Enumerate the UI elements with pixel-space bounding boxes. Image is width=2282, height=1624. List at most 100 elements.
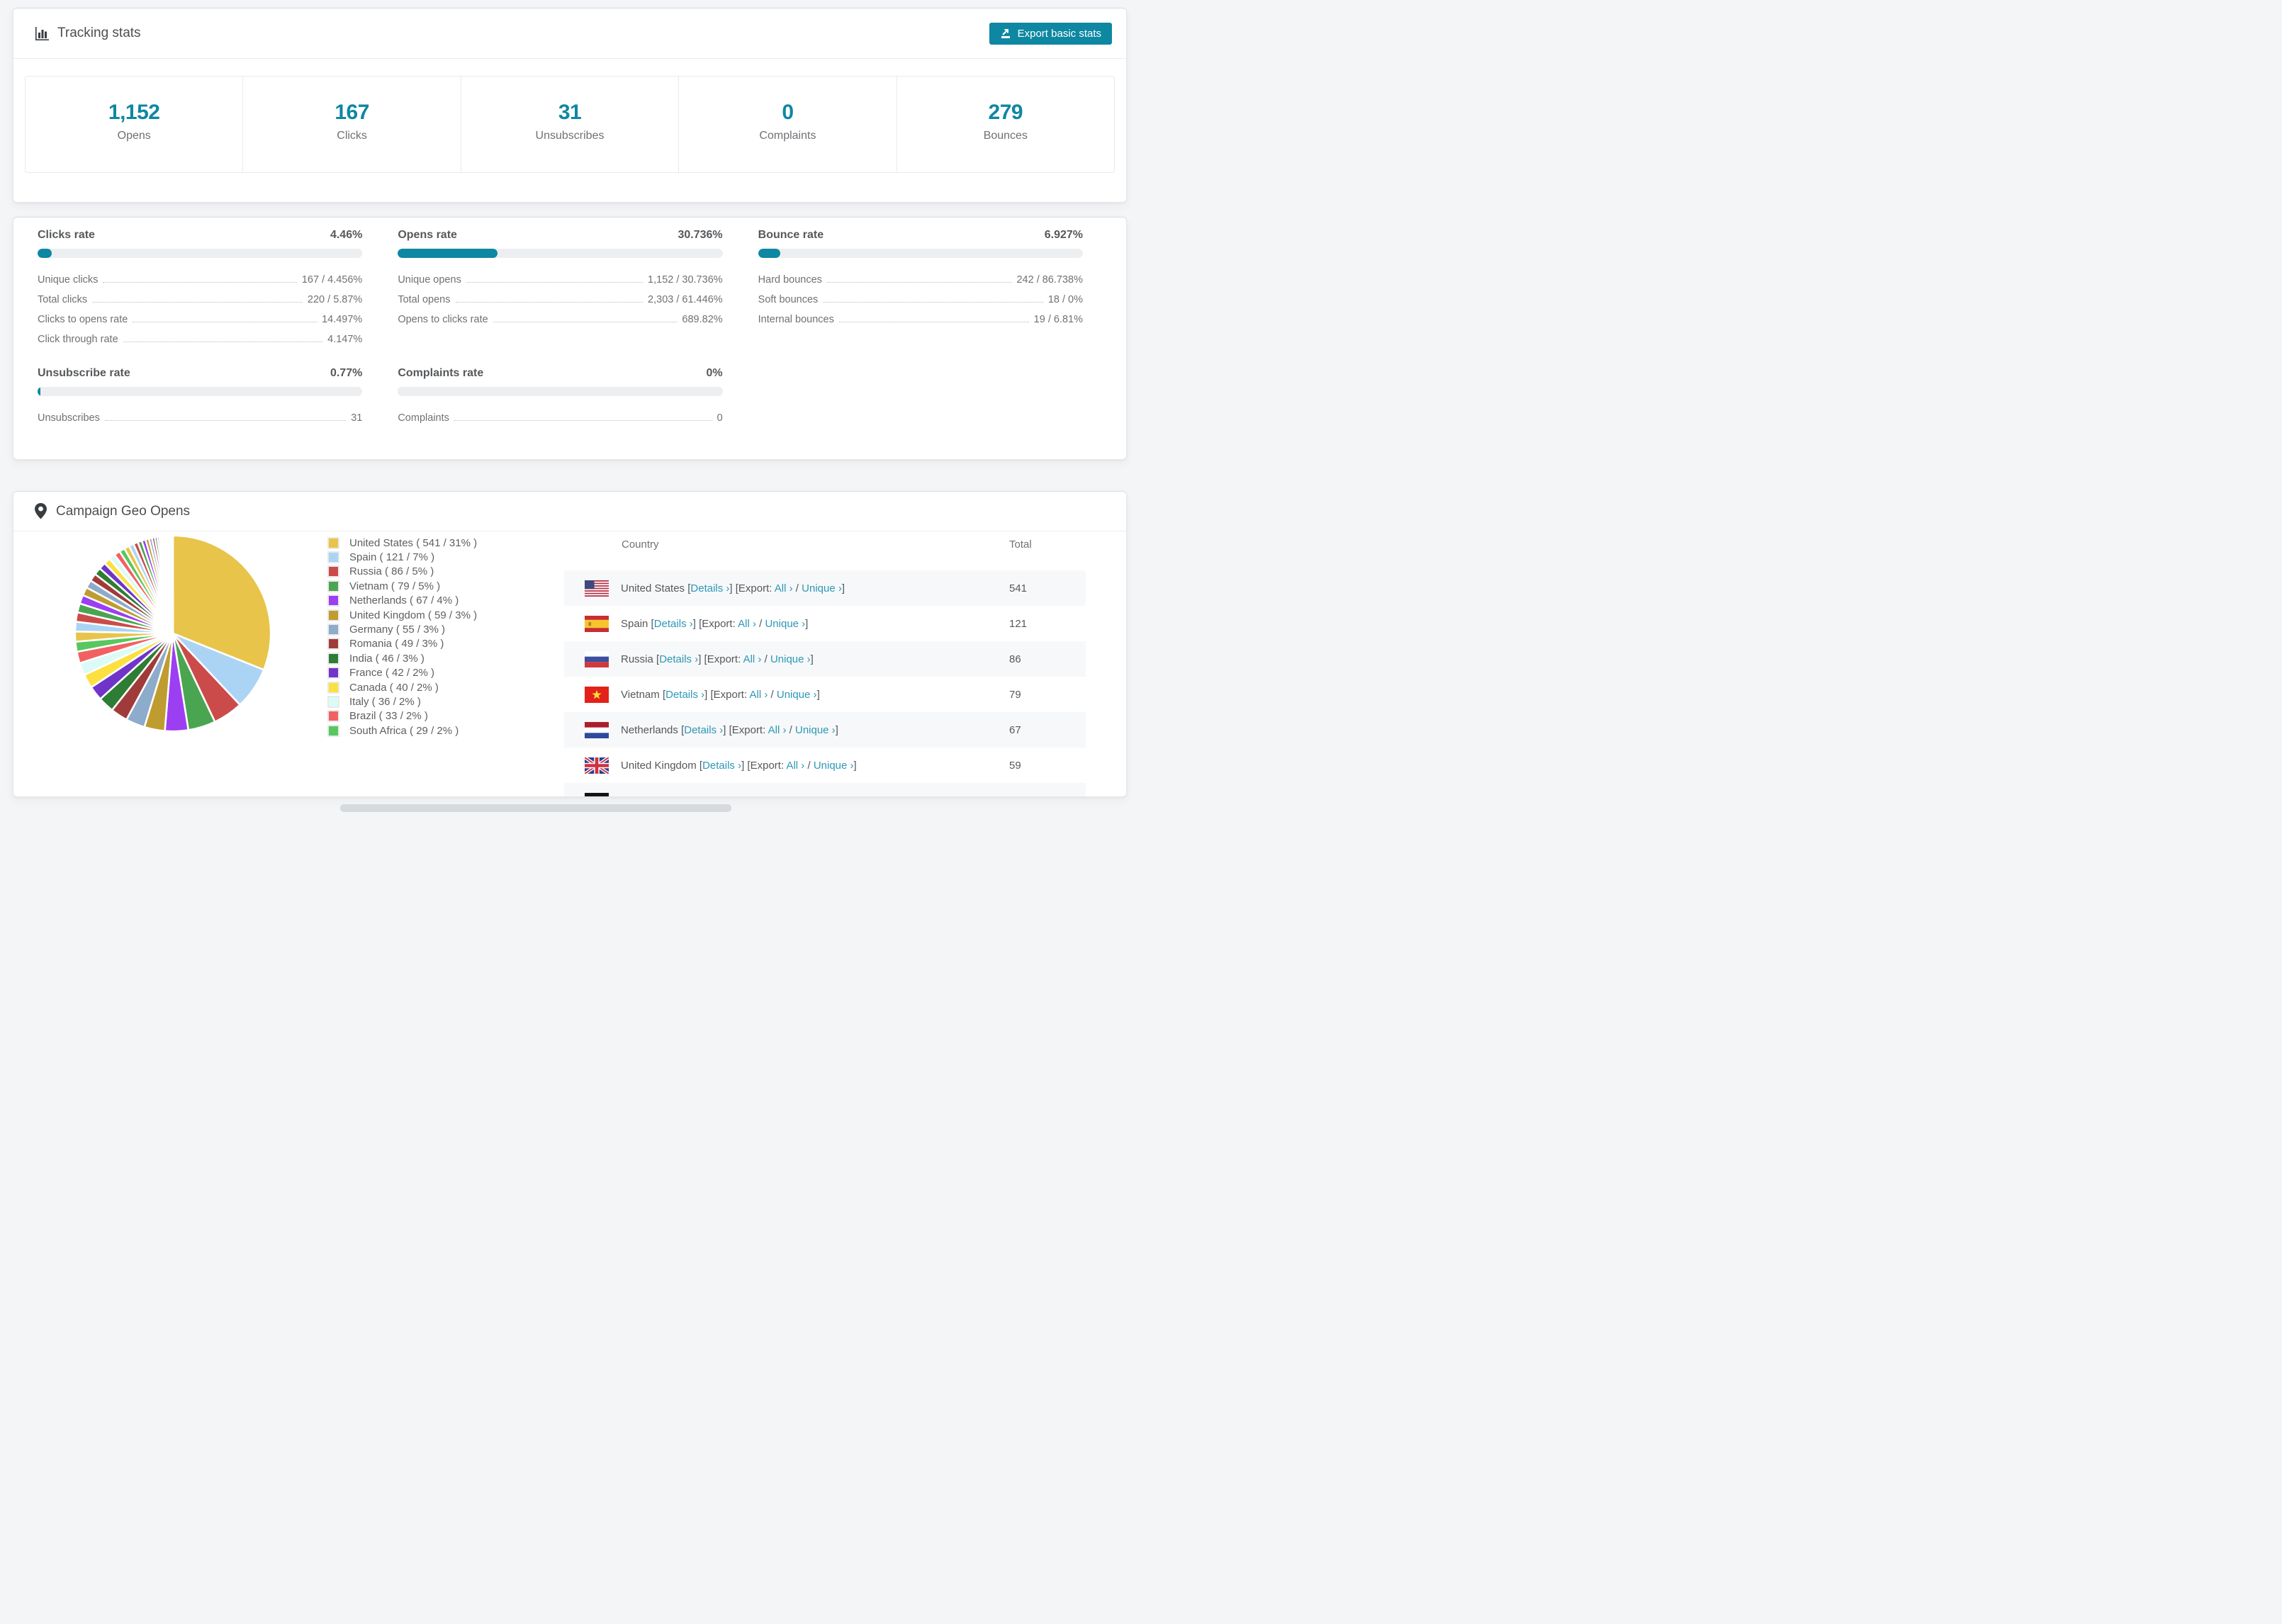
rate-panel-complaints-rate: Complaints rate 0% Complaints 0	[398, 367, 723, 428]
progress-bar-track	[398, 249, 723, 258]
legend-swatch	[327, 710, 339, 723]
country-cell: United States [Details ›] [Export: All ›…	[621, 582, 845, 594]
total-cell: 67	[1009, 723, 1021, 736]
country-name: United States	[621, 582, 688, 594]
stat-line-label: Unsubscribes	[38, 412, 100, 424]
rate-panel-head: Opens rate 30.736%	[398, 229, 722, 242]
stat-value: 31	[558, 101, 582, 124]
legend-label: Romania ( 49 / 3% )	[349, 638, 444, 650]
export-unique-link[interactable]: Unique ›	[814, 760, 854, 772]
export-unique-link[interactable]: Unique ›	[782, 795, 822, 797]
export-icon	[1000, 28, 1011, 39]
legend-swatch	[327, 652, 339, 665]
location-pin-icon	[35, 503, 47, 519]
legend-swatch	[327, 536, 339, 549]
details-link[interactable]: Details ›	[665, 689, 704, 701]
stat-line: Unique opens 1,152 / 30.736%	[398, 270, 722, 290]
tracking-stats-title: Tracking stats	[57, 26, 141, 40]
stat-label: Unsubscribes	[535, 130, 605, 142]
geo-table: Country Total United States [Details ›] …	[564, 533, 1086, 797]
table-row: United Kingdom [Details ›] [Export: All …	[564, 748, 1086, 783]
details-link[interactable]: Details ›	[684, 724, 723, 736]
export-unique-link[interactable]: Unique ›	[770, 653, 811, 665]
rate-detail-rows: Unique opens 1,152 / 30.736% Total opens 2,…	[398, 270, 722, 329]
total-cell: 121	[1009, 617, 1028, 630]
country-name: United Kingdom	[621, 759, 699, 772]
export-unique-link[interactable]: Unique ›	[802, 582, 842, 594]
legend-item: United States ( 541 / 31% )	[327, 536, 477, 550]
legend-label: India ( 46 / 3% )	[349, 652, 425, 665]
details-link[interactable]: Details ›	[659, 653, 698, 665]
stats-summary: 1,152 Opens 167 Clicks 31 Unsubscribes 0 Compla…	[25, 76, 1115, 173]
rate-panel-head: Unsubscribe rate 0.77%	[38, 367, 362, 380]
export-all-link[interactable]: All ›	[768, 724, 787, 736]
stat-line-value: 18 / 0%	[1047, 294, 1083, 305]
legend-item: France ( 42 / 2% )	[327, 666, 477, 680]
geo-table-header: Country Total	[564, 533, 1086, 570]
stat-line: Unique clicks 167 / 4.456%	[38, 270, 362, 290]
stat-line-value: 2,303 / 61.446%	[648, 294, 723, 305]
rate-title: Unsubscribe rate	[38, 367, 130, 379]
rate-panel-bounce-rate: Bounce rate 6.927% Hard bounces 242 / 86.73…	[758, 229, 1083, 349]
export-all-link[interactable]: All ›	[743, 653, 762, 665]
stat-line-label: Opens to clicks rate	[398, 314, 488, 325]
total-cell: 55	[1009, 795, 1086, 797]
stat-line-label: Unique opens	[398, 274, 461, 286]
rate-detail-rows: Hard bounces 242 / 86.738% Soft bounces 18 …	[758, 270, 1083, 329]
total-cell: 59	[1009, 759, 1021, 772]
export-unique-link[interactable]: Unique ›	[765, 618, 805, 630]
progress-bar-track	[398, 387, 723, 396]
country-name: Netherlands	[621, 723, 682, 736]
export-all-link[interactable]: All ›	[738, 618, 756, 630]
legend-item: Canada ( 40 / 2% )	[327, 680, 477, 694]
progress-bar-fill	[38, 249, 52, 258]
rate-panel-opens-rate: Opens rate 30.736% Unique opens 1,152 / 30.…	[398, 229, 723, 349]
stat-box-opens: 1,152 Opens	[26, 77, 244, 172]
details-link[interactable]: Details ›	[670, 795, 709, 797]
country-flag-icon-ru	[585, 650, 609, 667]
legend-item: Netherlands ( 67 / 4% )	[327, 594, 477, 608]
geo-content: United States ( 541 / 31% ) Spain ( 121 /…	[13, 531, 1126, 797]
export-all-link[interactable]: All ›	[750, 689, 768, 701]
legend-label: Brazil ( 33 / 2% )	[349, 710, 428, 723]
legend-item: Italy ( 36 / 2% )	[327, 694, 477, 709]
legend-swatch	[327, 580, 339, 592]
dotted-leader	[455, 302, 643, 303]
header-divider	[13, 58, 1126, 59]
stat-line: Soft bounces 18 / 0%	[758, 290, 1083, 310]
country-flag-icon-nl	[585, 721, 609, 738]
export-all-link[interactable]: All ›	[775, 582, 793, 594]
details-link[interactable]: Details ›	[690, 582, 729, 594]
legend-item: Russia ( 86 / 5% )	[327, 565, 477, 579]
stat-value: 0	[782, 101, 794, 124]
export-unique-link[interactable]: Unique ›	[795, 724, 836, 736]
legend-swatch	[327, 695, 339, 708]
rate-value: 6.927%	[1044, 229, 1083, 241]
rate-panel-head: Bounce rate 6.927%	[758, 229, 1083, 242]
progress-bar-track	[38, 387, 363, 396]
stat-line-label: Click through rate	[38, 334, 118, 345]
details-link[interactable]: Details ›	[654, 618, 693, 630]
stat-line: Hard bounces 242 / 86.738%	[758, 270, 1083, 290]
export-basic-stats-button[interactable]: Export basic stats	[989, 22, 1112, 45]
export-unique-link[interactable]: Unique ›	[777, 689, 817, 701]
table-header-country: Country	[622, 538, 659, 551]
stat-value: 1,152	[108, 101, 160, 124]
country-name: Russia	[621, 653, 657, 665]
export-all-link[interactable]: All ›	[786, 760, 804, 772]
bar-chart-icon	[35, 26, 50, 41]
details-link[interactable]: Details ›	[702, 760, 741, 772]
country-flag-icon-vn	[585, 686, 609, 703]
stat-label: Complaints	[759, 130, 816, 142]
rate-title: Clicks rate	[38, 229, 95, 241]
rate-panel-clicks-rate: Clicks rate 4.46% Unique clicks 167 / 4.456…	[38, 229, 363, 349]
legend-swatch	[327, 551, 339, 564]
stat-line-value: 689.82%	[682, 314, 723, 325]
total-cell: 79	[1009, 688, 1021, 701]
export-all-link[interactable]: All ›	[754, 795, 772, 797]
horizontal-scrollbar-thumb[interactable]	[340, 804, 731, 812]
legend-item: United Kingdom ( 59 / 3% )	[327, 608, 477, 622]
table-row: Russia [Details ›] [Export: All › / Uniq…	[564, 641, 1086, 677]
legend-label: Netherlands ( 67 / 4% )	[349, 594, 459, 607]
tracking-stats-card: Tracking stats Export basic stats 1,152 O…	[13, 8, 1127, 203]
